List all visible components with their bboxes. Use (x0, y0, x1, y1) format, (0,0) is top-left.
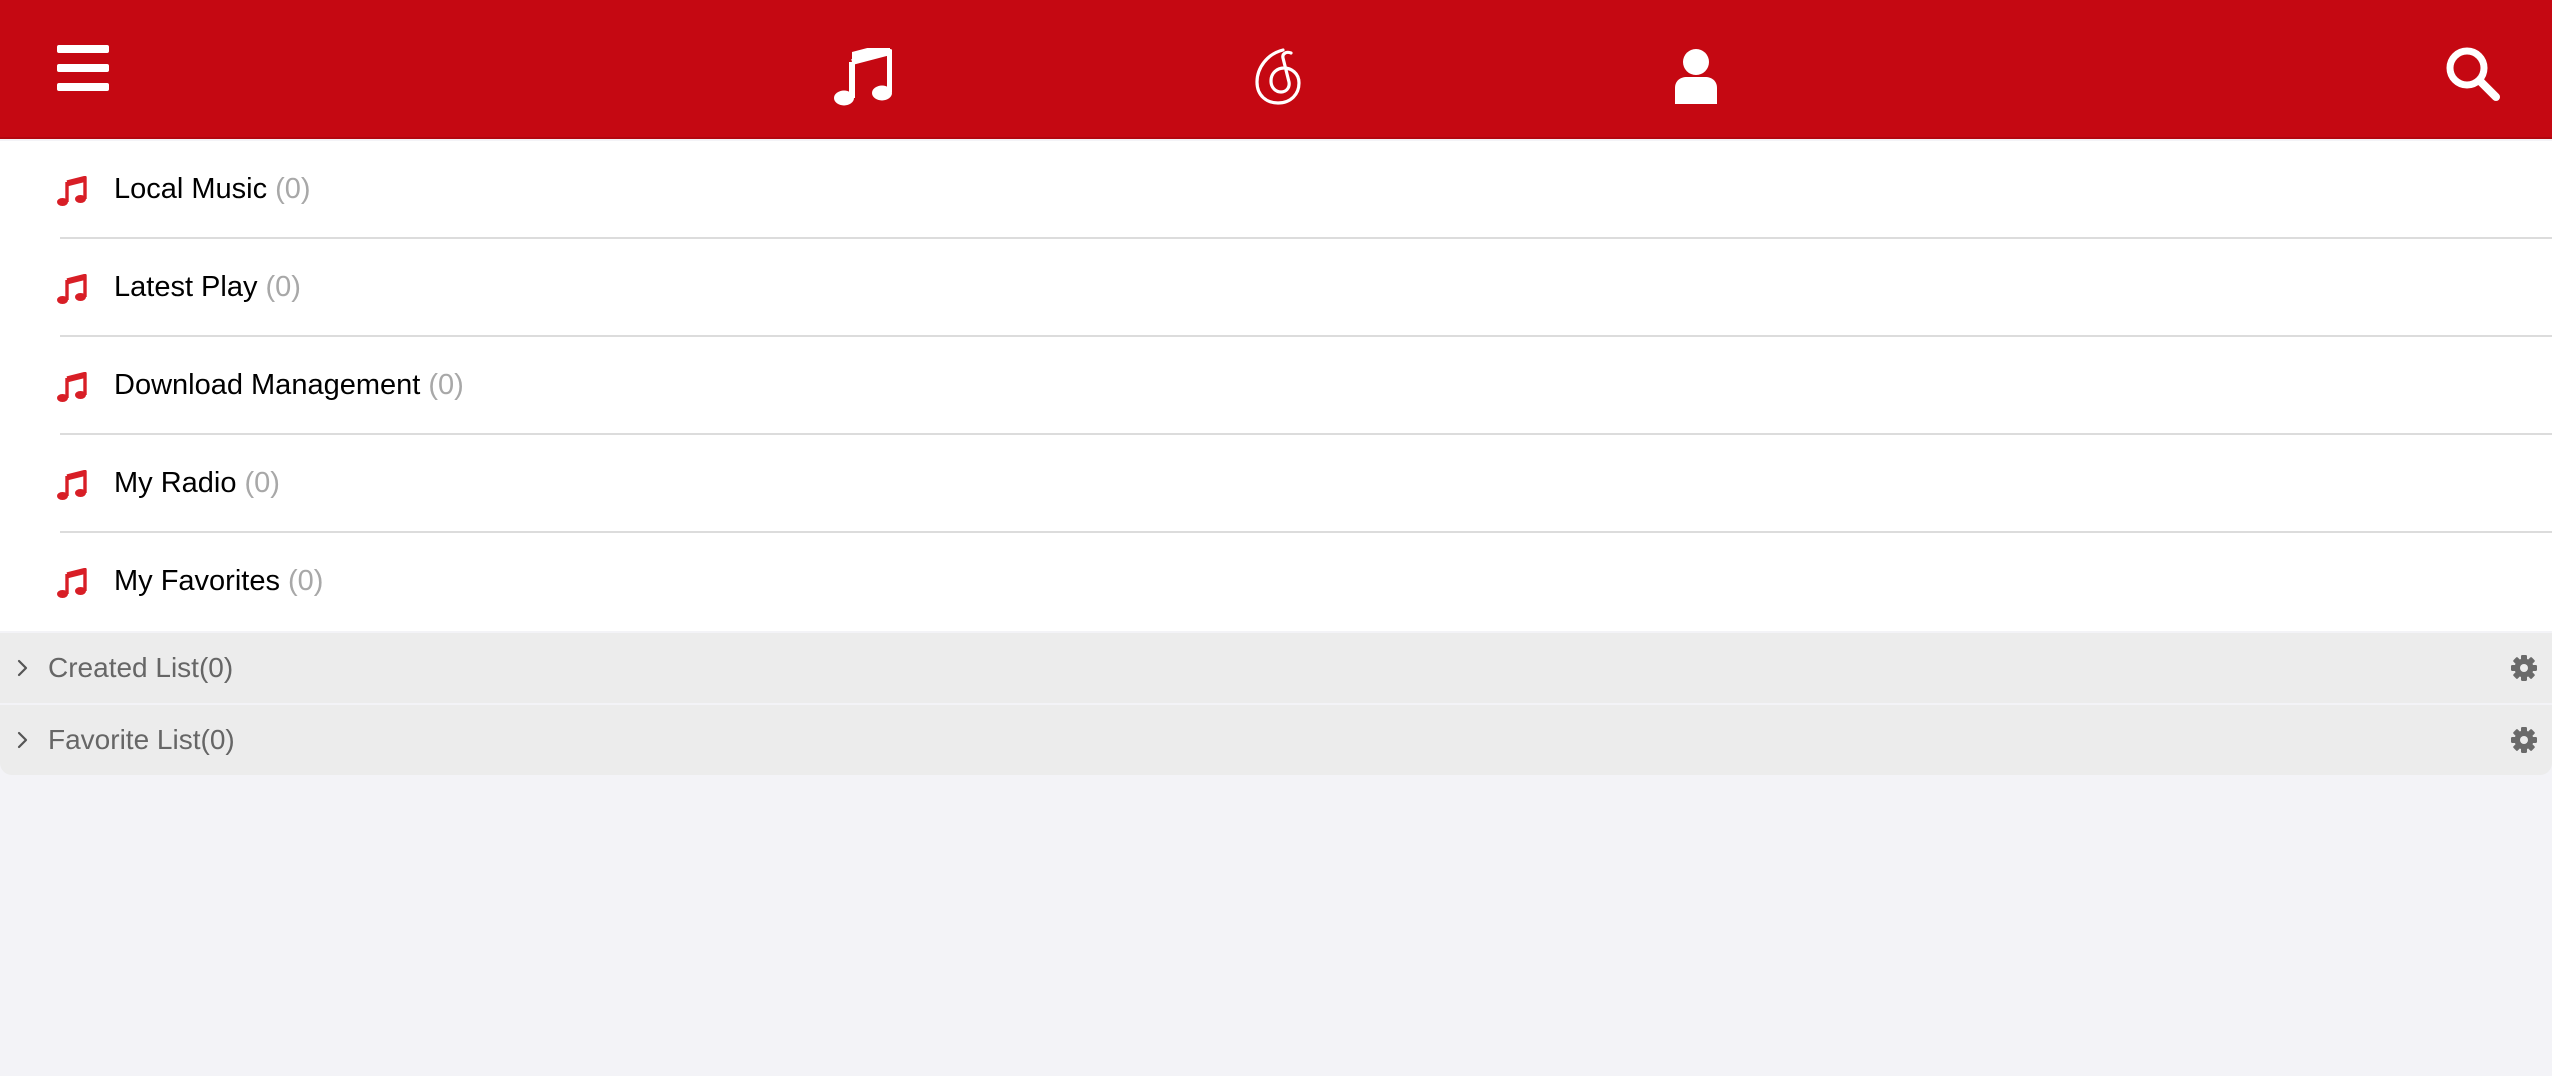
item-title: Latest Play (114, 271, 258, 303)
item-count: (0) (275, 173, 311, 205)
list-item-latest-play[interactable]: Latest Play (0) (0, 239, 2552, 337)
list-item-label: My Favorites (0) (114, 563, 323, 599)
list-item-my-favorites[interactable]: My Favorites (0) (0, 533, 2552, 631)
netease-logo-icon[interactable] (1253, 46, 1303, 106)
library-list: Local Music (0) Latest Play (0) Download M… (0, 141, 2552, 631)
item-count: (0) (287, 565, 324, 597)
item-count: (0) (428, 369, 464, 401)
item-title: Download Management (114, 369, 421, 401)
list-item-label: My Radio (0) (114, 465, 280, 501)
gear-icon[interactable] (2510, 726, 2538, 754)
chevron-right-icon (17, 659, 28, 677)
music-note-icon (57, 176, 87, 206)
list-item-label: Local Music (0) (114, 171, 311, 207)
favorite-list-section[interactable]: Favorite List(0) (0, 705, 2552, 775)
created-list-section[interactable]: Created List(0) (0, 633, 2552, 703)
user-icon[interactable] (1673, 48, 1719, 104)
music-note-icon (57, 568, 87, 598)
item-title: Local Music (114, 173, 268, 205)
chevron-right-icon (17, 731, 28, 749)
top-navigation-bar (0, 0, 2552, 139)
list-item-label: Download Management (0) (114, 367, 464, 403)
music-note-icon[interactable] (834, 48, 892, 106)
gear-icon[interactable] (2510, 654, 2538, 682)
music-note-icon (57, 274, 87, 304)
item-count: (0) (244, 467, 280, 499)
created-list-label: Created List(0) (48, 652, 234, 683)
music-note-icon (57, 470, 87, 500)
list-item-download-management[interactable]: Download Management (0) (0, 337, 2552, 435)
search-icon[interactable] (2445, 46, 2501, 102)
list-item-label: Latest Play (0) (114, 269, 301, 305)
music-note-icon (57, 372, 87, 402)
menu-icon[interactable] (57, 45, 109, 91)
favorite-list-label: Favorite List(0) (48, 724, 235, 755)
item-title: My Favorites (114, 565, 280, 597)
item-title: My Radio (114, 467, 237, 499)
list-item-my-radio[interactable]: My Radio (0) (0, 435, 2552, 533)
item-count: (0) (265, 271, 301, 303)
list-item-local-music[interactable]: Local Music (0) (0, 141, 2552, 239)
